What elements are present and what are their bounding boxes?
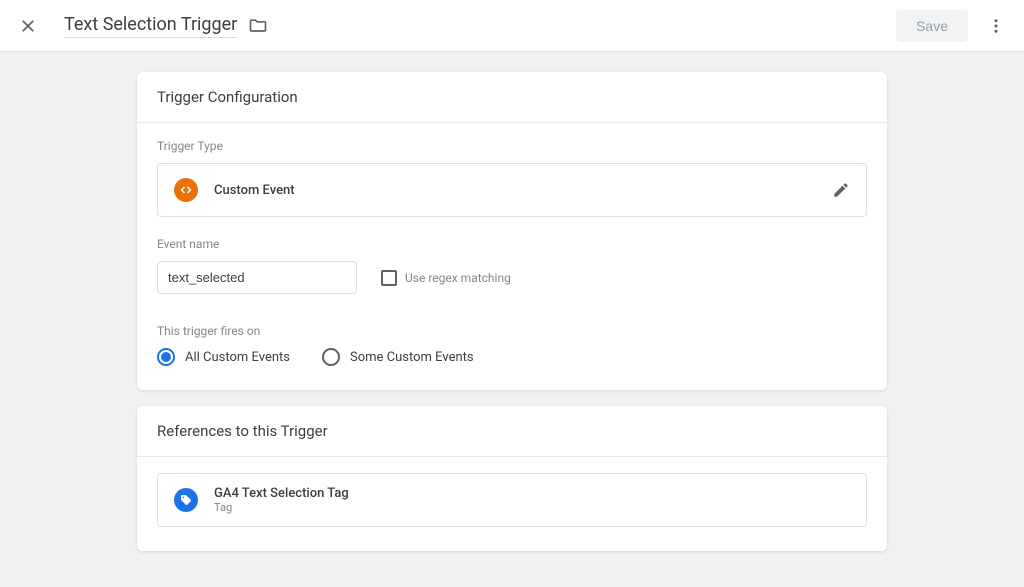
card-title: References to this Trigger bbox=[137, 406, 887, 457]
event-name-input[interactable] bbox=[157, 261, 357, 294]
custom-event-icon bbox=[174, 178, 198, 202]
card-title: Trigger Configuration bbox=[137, 72, 887, 123]
pencil-icon[interactable] bbox=[832, 181, 850, 199]
trigger-type-selector[interactable]: Custom Event bbox=[157, 163, 867, 217]
regex-checkbox-wrap[interactable]: Use regex matching bbox=[381, 270, 511, 286]
header-bar: Text Selection Trigger Save bbox=[0, 0, 1024, 52]
references-card: References to this Trigger GA4 Text Sele… bbox=[137, 406, 887, 551]
radio-label: All Custom Events bbox=[185, 350, 290, 365]
close-icon[interactable] bbox=[16, 14, 40, 38]
regex-checkbox[interactable] bbox=[381, 270, 397, 286]
event-name-label: Event name bbox=[157, 237, 867, 251]
tag-icon bbox=[174, 488, 198, 512]
reference-item[interactable]: GA4 Text Selection Tag Tag bbox=[157, 473, 867, 527]
trigger-type-name: Custom Event bbox=[214, 183, 832, 198]
folder-icon[interactable] bbox=[247, 15, 269, 37]
radio-indicator bbox=[322, 348, 340, 366]
save-button[interactable]: Save bbox=[896, 10, 968, 42]
fires-on-label: This trigger fires on bbox=[157, 324, 867, 338]
content-area: Trigger Configuration Trigger Type Custo… bbox=[0, 52, 1024, 587]
radio-label: Some Custom Events bbox=[350, 350, 474, 365]
radio-indicator bbox=[157, 348, 175, 366]
trigger-type-label: Trigger Type bbox=[157, 139, 867, 153]
radio-some-custom-events[interactable]: Some Custom Events bbox=[322, 348, 474, 366]
page-title[interactable]: Text Selection Trigger bbox=[64, 14, 237, 38]
regex-label: Use regex matching bbox=[405, 271, 511, 285]
fires-on-radio-group: All Custom Events Some Custom Events bbox=[157, 348, 867, 366]
radio-all-custom-events[interactable]: All Custom Events bbox=[157, 348, 290, 366]
reference-subtitle: Tag bbox=[214, 501, 349, 514]
trigger-config-card: Trigger Configuration Trigger Type Custo… bbox=[137, 72, 887, 390]
more-vert-icon[interactable] bbox=[984, 14, 1008, 38]
reference-title: GA4 Text Selection Tag bbox=[214, 486, 349, 501]
